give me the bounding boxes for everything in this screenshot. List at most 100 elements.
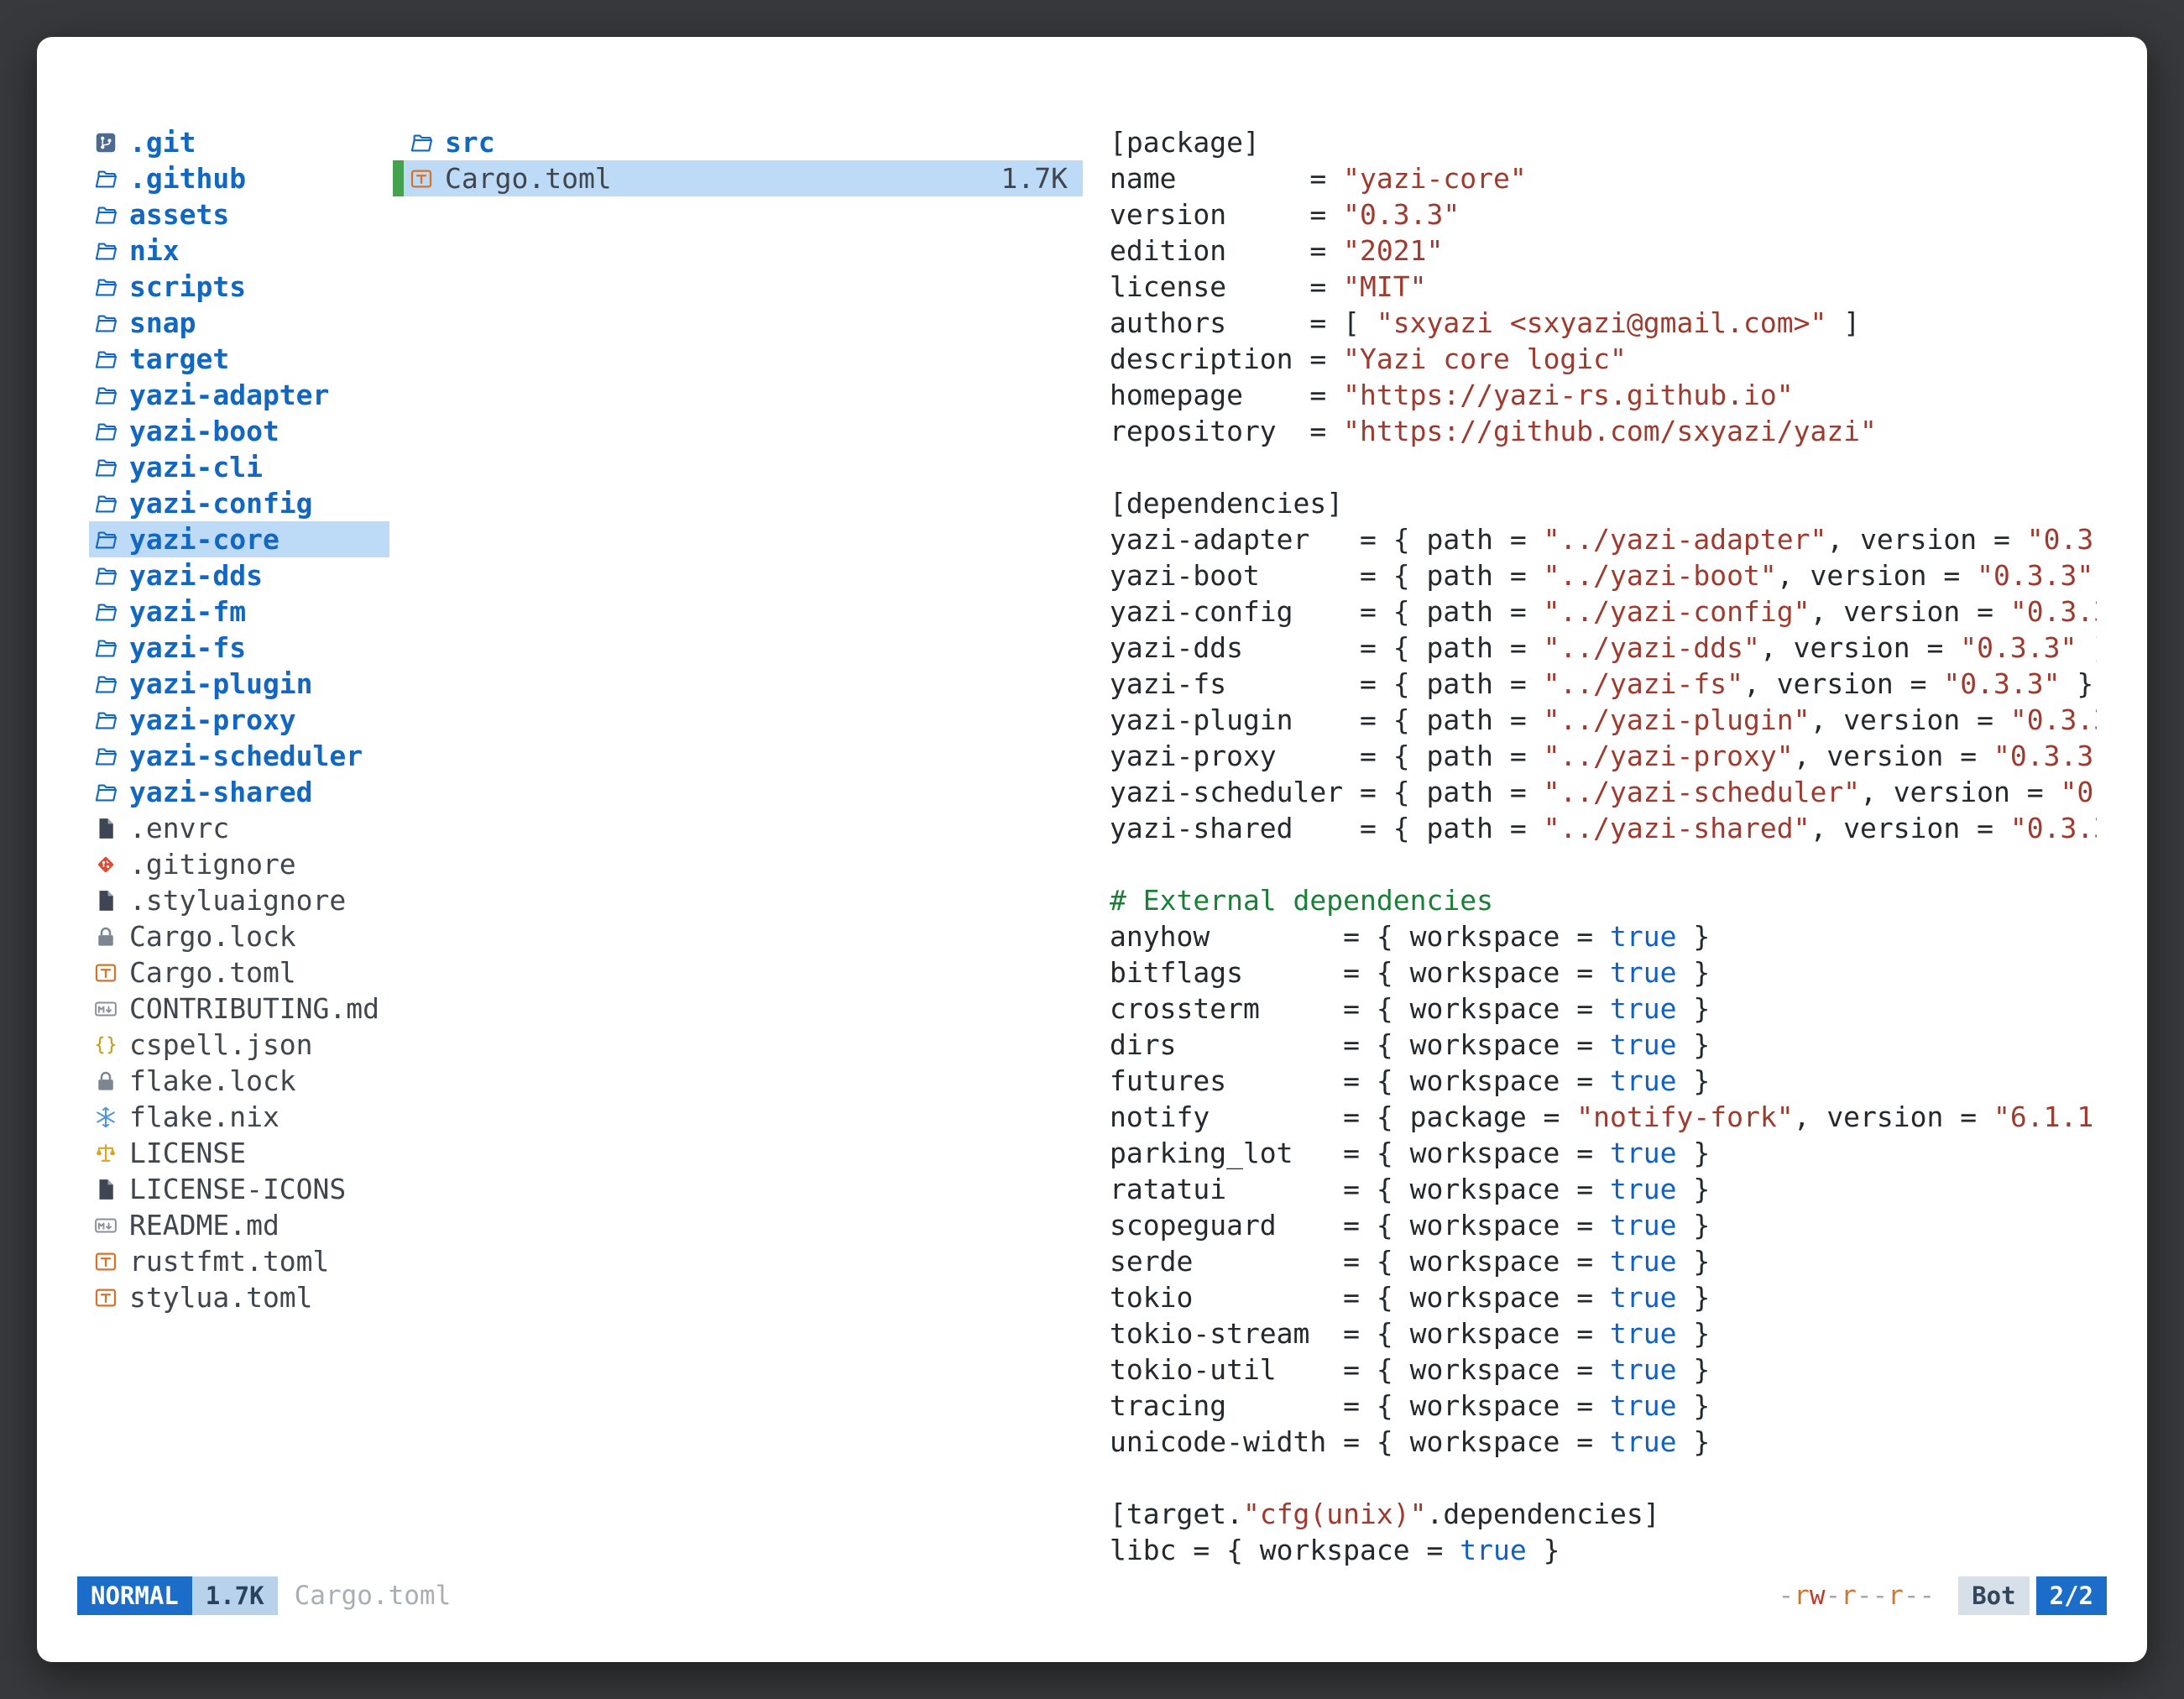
- item-label: yazi-plugin: [129, 667, 313, 700]
- preview-line: crossterm = { workspace = true }: [1110, 991, 2097, 1027]
- file-counter-chip: 2/2: [2036, 1576, 2107, 1615]
- markdown-icon: [92, 1212, 119, 1239]
- current-pane-item[interactable]: Cargo.toml1.7K: [393, 160, 1083, 196]
- preview-line: yazi-config = { path = "../yazi-config",…: [1110, 593, 2097, 630]
- item-label: .git: [129, 126, 196, 159]
- parent-pane-item[interactable]: yazi-shared: [89, 774, 389, 810]
- folder-icon: [92, 562, 119, 589]
- parent-pane-item[interactable]: .github: [89, 160, 389, 196]
- item-size: 1.7K: [1001, 162, 1068, 195]
- parent-pane-item[interactable]: flake.nix: [89, 1099, 389, 1135]
- item-label: yazi-adapter: [129, 379, 329, 411]
- parent-pane-item[interactable]: CONTRIBUTING.md: [89, 991, 389, 1027]
- item-label: .envrc: [129, 812, 229, 844]
- file-icon: [92, 1176, 119, 1203]
- mode-indicator: NORMAL: [77, 1576, 192, 1615]
- item-label: rustfmt.toml: [129, 1245, 329, 1278]
- parent-pane-item[interactable]: LICENSE-ICONS: [89, 1171, 389, 1207]
- folder-icon: [92, 382, 119, 409]
- parent-pane-item[interactable]: .envrc: [89, 810, 389, 846]
- parent-pane-item[interactable]: README.md: [89, 1207, 389, 1243]
- item-label: yazi-fs: [129, 631, 246, 664]
- status-filename: Cargo.toml: [295, 1581, 452, 1611]
- parent-pane-item[interactable]: nix: [89, 233, 389, 269]
- toml-icon: [92, 1284, 119, 1311]
- preview-line: bitflags = { workspace = true }: [1110, 954, 2097, 991]
- folder-icon: [92, 165, 119, 192]
- parent-pane-item[interactable]: assets: [89, 196, 389, 233]
- parent-pane-item[interactable]: yazi-plugin: [89, 666, 389, 702]
- preview-line: tokio = { workspace = true }: [1110, 1279, 2097, 1315]
- parent-pane-item[interactable]: .git: [89, 124, 389, 160]
- toml-icon: [408, 165, 435, 192]
- lock-icon: [92, 1068, 119, 1095]
- parent-pane-item[interactable]: yazi-core: [89, 521, 389, 557]
- item-label: LICENSE-ICONS: [129, 1173, 346, 1205]
- preview-line: [dependencies]: [1110, 485, 2097, 521]
- parent-pane-item[interactable]: .gitignore: [89, 846, 389, 882]
- preview-line: description = "Yazi core logic": [1110, 341, 2097, 377]
- item-label: scripts: [129, 270, 246, 303]
- parent-pane-item[interactable]: yazi-proxy: [89, 702, 389, 738]
- parent-pane-item[interactable]: cspell.json: [89, 1027, 389, 1063]
- item-label: yazi-shared: [129, 776, 313, 808]
- current-pane-item[interactable]: src: [393, 124, 1083, 160]
- parent-pane-item[interactable]: yazi-fm: [89, 593, 389, 630]
- parent-pane-item[interactable]: yazi-scheduler: [89, 738, 389, 774]
- folder-icon: [92, 526, 119, 553]
- preview-line: futures = { workspace = true }: [1110, 1063, 2097, 1099]
- folder-icon: [92, 671, 119, 698]
- preview-line: parking_lot = { workspace = true }: [1110, 1135, 2097, 1171]
- item-label: .styluaignore: [129, 884, 346, 917]
- parent-pane-item[interactable]: .styluaignore: [89, 882, 389, 918]
- parent-pane-item[interactable]: scripts: [89, 269, 389, 305]
- folder-icon: [92, 310, 119, 337]
- preview-line: [target."cfg(unix)".dependencies]: [1110, 1496, 2097, 1532]
- license-icon: [92, 1140, 119, 1167]
- parent-pane-item[interactable]: LICENSE: [89, 1135, 389, 1171]
- parent-pane-item[interactable]: yazi-adapter: [89, 377, 389, 413]
- folder-icon: [92, 490, 119, 517]
- parent-pane-item[interactable]: flake.lock: [89, 1063, 389, 1099]
- preview-line: authors = [ "sxyazi <sxyazi@gmail.com>" …: [1110, 305, 2097, 341]
- folder-icon: [92, 418, 119, 445]
- preview-line: yazi-scheduler = { path = "../yazi-sched…: [1110, 774, 2097, 810]
- parent-pane-item[interactable]: Cargo.lock: [89, 918, 389, 954]
- item-label: .github: [129, 162, 246, 195]
- folder-icon: [92, 274, 119, 301]
- preview-line: [1110, 846, 2097, 882]
- parent-pane-item[interactable]: yazi-config: [89, 485, 389, 521]
- item-label: yazi-dds: [129, 559, 263, 592]
- parent-pane-item[interactable]: yazi-fs: [89, 630, 389, 666]
- folder-icon: [92, 779, 119, 806]
- item-label: src: [445, 126, 495, 159]
- preview-line: homepage = "https://yazi-rs.github.io": [1110, 377, 2097, 413]
- folder-icon: [92, 238, 119, 264]
- item-label: stylua.toml: [129, 1281, 313, 1314]
- status-bar-right: -rw-r--r-- Bot 2/2: [1779, 1576, 2107, 1615]
- parent-pane-item[interactable]: rustfmt.toml: [89, 1243, 389, 1279]
- file-size-chip: 1.7K: [192, 1576, 278, 1615]
- preview-line: license = "MIT": [1110, 269, 2097, 305]
- preview-line: dirs = { workspace = true }: [1110, 1027, 2097, 1063]
- git-folder-icon: [92, 129, 119, 156]
- status-bar: NORMAL 1.7K Cargo.toml -rw-r--r-- Bot 2/…: [77, 1576, 2107, 1615]
- parent-pane-item[interactable]: Cargo.toml: [89, 954, 389, 991]
- preview-line: scopeguard = { workspace = true }: [1110, 1207, 2097, 1243]
- item-label: yazi-cli: [129, 451, 263, 484]
- toml-icon: [92, 959, 119, 986]
- parent-pane-item[interactable]: snap: [89, 305, 389, 341]
- parent-pane-item[interactable]: target: [89, 341, 389, 377]
- preview-line: version = "0.3.3": [1110, 196, 2097, 233]
- parent-pane-item[interactable]: stylua.toml: [89, 1279, 389, 1315]
- parent-pane-item[interactable]: yazi-cli: [89, 449, 389, 485]
- folder-icon: [92, 707, 119, 734]
- scroll-position-chip: Bot: [1958, 1576, 2029, 1615]
- item-label: Cargo.lock: [129, 920, 296, 953]
- parent-pane-item[interactable]: yazi-dds: [89, 557, 389, 593]
- folder-icon: [92, 599, 119, 625]
- item-label: yazi-scheduler: [129, 740, 363, 772]
- folder-icon: [92, 454, 119, 481]
- parent-pane-item[interactable]: yazi-boot: [89, 413, 389, 449]
- preview-line: yazi-fs = { path = "../yazi-fs", version…: [1110, 666, 2097, 702]
